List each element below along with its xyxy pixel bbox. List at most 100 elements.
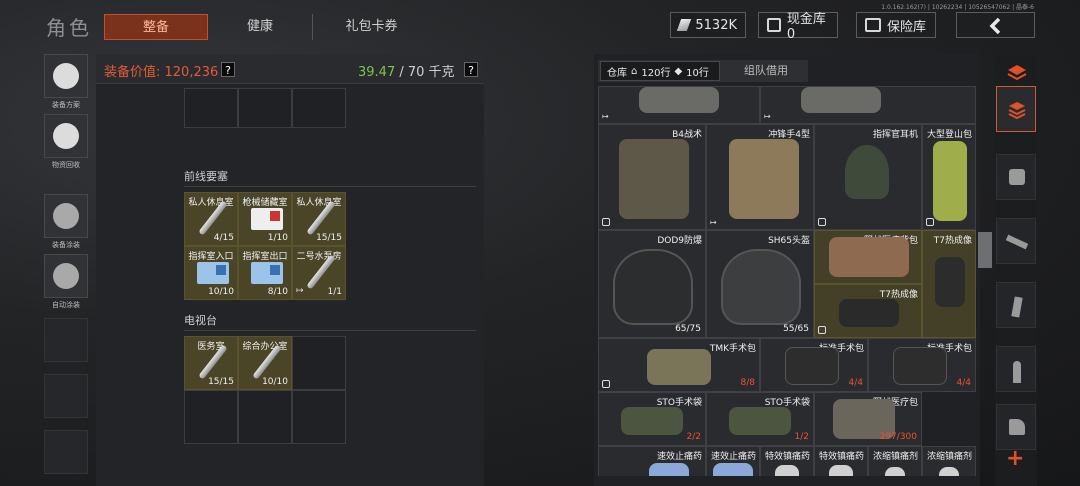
key-item[interactable]: 指挥室入口 10/10 (184, 246, 238, 300)
tab-team-borrow[interactable]: 组队借用 (724, 61, 808, 81)
safe-icon (865, 18, 881, 32)
filter-magazine[interactable] (996, 282, 1036, 328)
inventory-item[interactable]: 特效镇痛药 (760, 446, 814, 476)
filter-all[interactable] (996, 86, 1036, 132)
key-name: 枪械储藏室 (242, 198, 288, 208)
inventory-item[interactable]: T7热成像 (814, 284, 922, 338)
top-tabs: 整备 健康 礼包卡券 (104, 14, 430, 40)
recycle-button[interactable] (44, 114, 88, 158)
backpack-image (933, 141, 967, 221)
auto-paint-button[interactable] (44, 254, 88, 298)
empty-slot (238, 88, 292, 128)
key-count: 1/10 (267, 233, 288, 243)
item-name: 浓缩镇痛剂 (926, 452, 972, 462)
filter-tools[interactable] (996, 404, 1036, 450)
tab-storage[interactable]: 仓库 ⌂ 120行 ◆ 10行 (600, 61, 720, 81)
back-button[interactable] (956, 12, 1035, 38)
key-item[interactable]: 指挥室出口 8/10 (238, 246, 292, 300)
empty-slot (292, 88, 346, 128)
add-icon[interactable]: + (1006, 446, 1024, 471)
key-item[interactable]: 枪械储藏室 1/10 (238, 192, 292, 246)
inventory-item[interactable]: 野战医疗背包 (814, 230, 922, 284)
key-count: 1/1 (327, 287, 342, 297)
inventory-item[interactable]: STO手术袋 2/2 (598, 392, 706, 446)
inventory-item[interactable]: 特效镇痛药 (814, 446, 868, 476)
auto-paint-label: 自动涂装 (52, 301, 80, 309)
currency-value: 5132K (695, 17, 737, 33)
item-count: 4/4 (956, 378, 971, 388)
paint-label: 装备涂装 (52, 241, 80, 249)
empty-slot (292, 390, 346, 444)
badge-icon (602, 218, 610, 226)
backpack-image (729, 139, 799, 219)
key-count: 15/15 (316, 233, 342, 243)
kit-image (785, 347, 839, 385)
currency-display[interactable]: 5132K (670, 12, 746, 38)
filter-weapon[interactable] (996, 218, 1036, 264)
inventory-item[interactable]: 冲锋手4型 ↦ (706, 124, 814, 230)
loadout-button[interactable] (44, 54, 88, 98)
storage-scrollbar[interactable] (978, 232, 992, 268)
key-item[interactable]: 私人休息室 4/15 (184, 192, 238, 246)
item-name: 速效止痛药 (656, 452, 702, 462)
key-count: 10/10 (208, 287, 234, 297)
key-name: 医务室 (197, 342, 225, 352)
inventory-item[interactable]: B4战术 (598, 124, 706, 230)
help-icon[interactable]: ? (221, 62, 235, 77)
item-name: T7热成像 (933, 236, 972, 246)
inventory-item[interactable]: ↦ (598, 86, 760, 124)
empty-slot (292, 336, 346, 390)
inventory-item[interactable]: SH65头盔 55/65 (706, 230, 814, 338)
key-grid-tvstation: 医务室 15/15 综合办公室 10/10 (184, 336, 346, 444)
tab-health[interactable]: 健康 (208, 14, 312, 40)
key-item[interactable]: 二号水泵房 ↦ 1/1 (292, 246, 346, 300)
inventory-item[interactable]: 速效止痛药 (598, 446, 706, 476)
key-name: 指挥室出口 (242, 252, 288, 262)
item-name: 特效镇痛药 (764, 452, 810, 462)
paint-button[interactable] (44, 194, 88, 238)
inventory-item[interactable]: 野战医疗包 297/300 (814, 392, 922, 446)
cash-storage-button[interactable]: 现金库 0 (758, 12, 838, 42)
inventory-item[interactable]: STO手术袋 1/2 (706, 392, 814, 446)
safe-box-label: 保险库 (887, 19, 927, 35)
left-sidebar: 装备方案 物资回收 装备涂装 自动涂装 (44, 54, 88, 474)
storage-rows: 120行 (641, 67, 671, 79)
inventory-item[interactable]: 大型登山包 (922, 124, 976, 230)
inventory-item[interactable]: 标准手术包 4/4 (868, 338, 976, 392)
section-title: 前线要塞 (184, 170, 228, 183)
safe-box-button[interactable]: 保险库 (856, 12, 936, 38)
headset-image (845, 145, 889, 199)
loadout-label: 装备方案 (52, 101, 80, 109)
key-item[interactable]: 综合办公室 10/10 (238, 336, 292, 390)
filter-vest[interactable] (996, 154, 1036, 200)
item-name: 浓缩镇痛剂 (872, 452, 918, 462)
weight-help-icon[interactable]: ? (464, 62, 478, 77)
inventory-item[interactable]: TMK手术包 8/8 (598, 338, 760, 392)
tab-gifts[interactable]: 礼包卡券 (312, 14, 430, 40)
filter-ammo[interactable] (996, 346, 1036, 392)
inventory-item[interactable]: T7热成像 (922, 230, 976, 338)
key-item[interactable]: 私人休息室 15/15 (292, 192, 346, 246)
storage-grid: ↦ ↦ B4战术 冲锋手4型 ↦ 指挥官耳机 大型登山包 DOD9防爆 65/75 … (598, 86, 976, 476)
item-name: 大型登山包 (926, 130, 972, 140)
inventory-item[interactable]: 浓缩镇痛剂 (868, 446, 922, 476)
tab-equipment[interactable]: 整备 (104, 14, 208, 40)
weight-display: 39.47 / 70 千克 (358, 61, 455, 80)
inventory-item[interactable]: 标准手术包 4/4 (760, 338, 868, 392)
bag-image (801, 87, 881, 113)
inventory-item[interactable]: DOD9防爆 65/75 (598, 230, 706, 338)
item-name: 指挥官耳机 (872, 130, 918, 140)
vest-icon (1009, 169, 1025, 185)
key-item[interactable]: 医务室 15/15 (184, 336, 238, 390)
inventory-item[interactable]: 速效止痛药 (706, 446, 760, 476)
pouch-image (829, 237, 909, 277)
exit-icon: ↦ (296, 286, 304, 296)
empty-slot (44, 318, 88, 362)
key-name: 综合办公室 (242, 342, 288, 352)
empty-slot (184, 88, 238, 128)
inventory-item[interactable]: ↦ (760, 86, 976, 124)
inventory-item[interactable]: 指挥官耳机 (814, 124, 922, 230)
key-name: 私人休息室 (296, 198, 342, 208)
inventory-item[interactable]: 浓缩镇痛剂 (922, 446, 976, 476)
item-count: 65/75 (675, 324, 701, 334)
